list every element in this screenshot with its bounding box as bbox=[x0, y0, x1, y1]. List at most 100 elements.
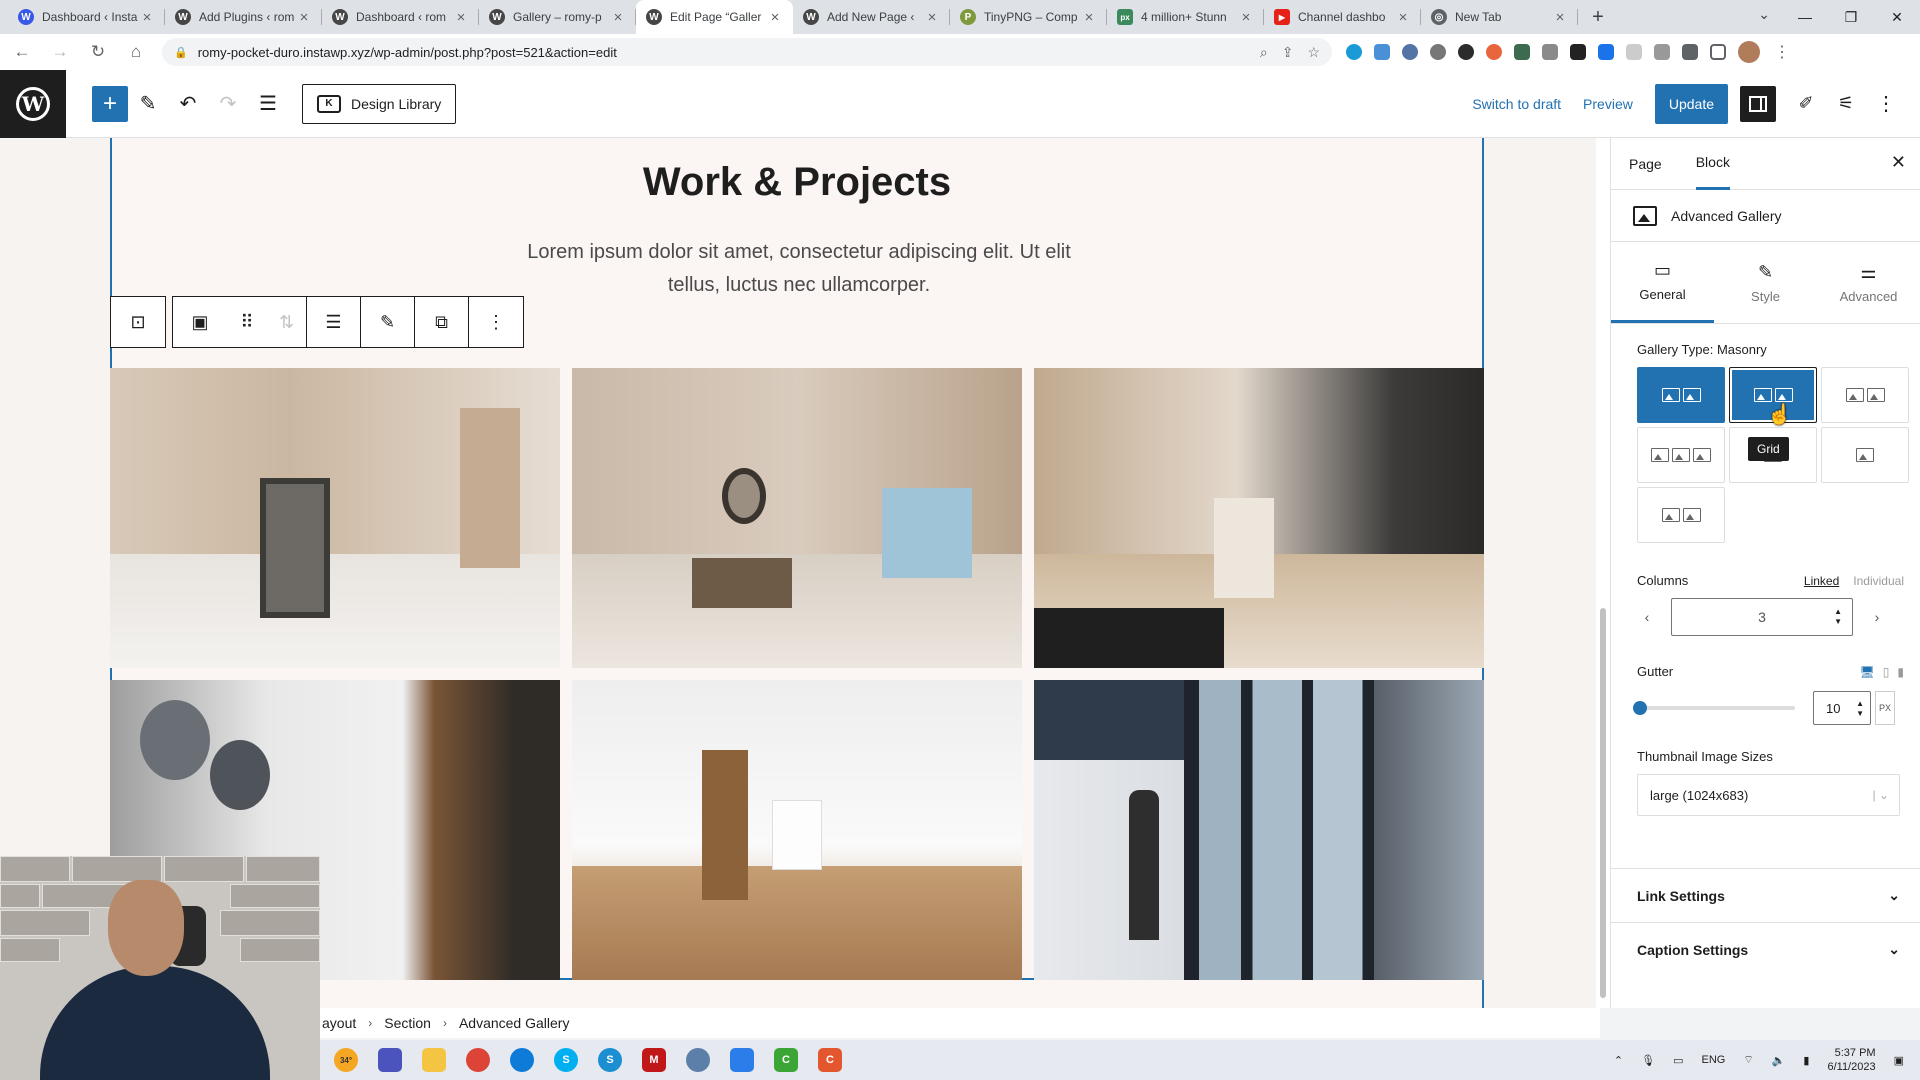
edit-note-icon[interactable]: ✐ bbox=[1786, 84, 1826, 124]
side-panel-icon[interactable] bbox=[1710, 44, 1726, 60]
browser-tab-active[interactable]: W Edit Page “Galler × bbox=[636, 0, 793, 34]
design-library-button[interactable]: K Design Library bbox=[302, 83, 457, 124]
breadcrumb-item[interactable]: Advanced Gallery bbox=[459, 1015, 570, 1031]
meet-icon[interactable] bbox=[378, 1048, 402, 1072]
browser-tab[interactable]: ▶ Channel dashbo × bbox=[1264, 0, 1421, 34]
bookmark-star-icon[interactable]: ☆ bbox=[1307, 44, 1320, 61]
new-tab-button[interactable]: + bbox=[1584, 3, 1612, 31]
chevron-up-icon[interactable]: ⌃ bbox=[1614, 1054, 1623, 1067]
tab-search-icon[interactable]: ⌄ bbox=[1758, 6, 1770, 23]
spinner-icon[interactable]: ▲ ▼ bbox=[1856, 699, 1864, 719]
block-options-icon[interactable]: ⋮ bbox=[469, 297, 523, 347]
extension-icon[interactable] bbox=[1346, 44, 1362, 60]
redo-icon[interactable]: ↷ bbox=[208, 84, 248, 124]
forward-icon[interactable]: → bbox=[44, 38, 76, 66]
breadcrumb-item[interactable]: ayout bbox=[322, 1015, 356, 1031]
close-icon[interactable]: × bbox=[1081, 9, 1097, 26]
chevron-left-icon[interactable]: ‹ bbox=[1637, 609, 1657, 625]
gallery-type-fluid-carousel[interactable] bbox=[1637, 427, 1725, 483]
mcafee-icon[interactable]: M bbox=[642, 1048, 666, 1072]
skype-business-icon[interactable]: S bbox=[598, 1048, 622, 1072]
extension-icon[interactable] bbox=[1654, 44, 1670, 60]
browser-menu-icon[interactable]: ⋮ bbox=[1774, 42, 1790, 62]
wordpress-logo[interactable]: W bbox=[0, 69, 66, 138]
close-icon[interactable]: × bbox=[453, 9, 469, 26]
notepad-icon[interactable] bbox=[730, 1048, 754, 1072]
gallery-type-thumbnail-slider[interactable] bbox=[1821, 427, 1909, 483]
close-icon[interactable]: × bbox=[1395, 9, 1411, 26]
browser-tab[interactable]: W Dashboard ‹ Insta × bbox=[8, 0, 165, 34]
mobile-icon[interactable]: ▮ bbox=[1897, 665, 1904, 679]
edge-icon[interactable] bbox=[510, 1048, 534, 1072]
browser-tab[interactable]: W Dashboard ‹ rom × bbox=[322, 0, 479, 34]
extension-icon[interactable] bbox=[1486, 44, 1502, 60]
gallery-type-tiles[interactable] bbox=[1637, 487, 1725, 543]
close-icon[interactable]: ✕ bbox=[1891, 152, 1906, 173]
browser-tab[interactable]: P TinyPNG – Comp × bbox=[950, 0, 1107, 34]
tab-style[interactable]: ✎ Style bbox=[1714, 242, 1817, 323]
language-indicator[interactable]: ENG bbox=[1702, 1054, 1726, 1066]
document-overview-icon[interactable]: ☰ bbox=[248, 84, 288, 124]
minimize-icon[interactable]: — bbox=[1782, 0, 1828, 34]
extension-icon[interactable] bbox=[1374, 44, 1390, 60]
caption-settings-panel[interactable]: Caption Settings ⌄ bbox=[1611, 922, 1920, 976]
tools-pencil-icon[interactable]: ✎ bbox=[128, 84, 168, 124]
maximize-icon[interactable]: ❐ bbox=[1828, 0, 1874, 34]
extension-icon[interactable] bbox=[1570, 44, 1586, 60]
close-icon[interactable]: × bbox=[610, 9, 626, 26]
close-icon[interactable]: × bbox=[924, 9, 940, 26]
gallery-image[interactable] bbox=[110, 368, 560, 668]
thumbnail-size-select[interactable]: large (1024x683) | ⌄ bbox=[1637, 774, 1900, 816]
kadence-controls-icon[interactable]: ⚟ bbox=[1826, 84, 1866, 124]
chevron-right-icon[interactable]: › bbox=[1867, 609, 1887, 625]
extension-icon[interactable] bbox=[1542, 44, 1558, 60]
edit-gallery-icon[interactable]: ✎ bbox=[361, 297, 415, 347]
microphone-icon[interactable]: 🎙 bbox=[1641, 1054, 1655, 1067]
tab-page[interactable]: Page bbox=[1629, 138, 1662, 190]
settings-toggle-button[interactable] bbox=[1740, 85, 1776, 122]
link-settings-panel[interactable]: Link Settings ⌄ bbox=[1611, 868, 1920, 922]
update-button[interactable]: Update bbox=[1654, 83, 1728, 124]
close-icon[interactable]: × bbox=[139, 9, 155, 26]
browser-tab[interactable]: W Gallery – romy-p × bbox=[479, 0, 636, 34]
lock-icon[interactable]: 🔒 bbox=[174, 46, 188, 59]
camtasia-recorder-icon[interactable]: C bbox=[818, 1048, 842, 1072]
tab-block[interactable]: Block bbox=[1695, 138, 1730, 190]
extension-icon[interactable] bbox=[1626, 44, 1642, 60]
system-clock[interactable]: 5:37 PM 6/11/2023 bbox=[1827, 1046, 1875, 1074]
undo-icon[interactable]: ↶ bbox=[168, 84, 208, 124]
browser-tab[interactable]: ◎ New Tab × bbox=[1421, 0, 1578, 34]
select-parent-icon[interactable]: ⊡ bbox=[111, 297, 165, 347]
gallery-type-masonry[interactable] bbox=[1637, 367, 1725, 423]
tab-advanced[interactable]: ⚌ Advanced bbox=[1817, 242, 1920, 323]
share-icon[interactable]: ⇪ bbox=[1282, 44, 1294, 61]
gutter-slider[interactable] bbox=[1633, 701, 1795, 715]
spinner-icon[interactable]: ▲ ▼ bbox=[1834, 607, 1842, 627]
gallery-image[interactable] bbox=[1034, 680, 1484, 980]
wifi-icon[interactable]: ⌔ bbox=[1743, 1053, 1753, 1067]
tab-general[interactable]: ▭ General bbox=[1611, 242, 1714, 323]
extension-icon[interactable] bbox=[1402, 44, 1418, 60]
preview-button[interactable]: Preview bbox=[1583, 96, 1633, 112]
close-icon[interactable]: × bbox=[296, 9, 312, 26]
extension-icon[interactable] bbox=[1598, 44, 1614, 60]
extension-icon[interactable] bbox=[1458, 44, 1474, 60]
columns-input[interactable]: 3 ▲ ▼ bbox=[1671, 598, 1853, 636]
slider-handle[interactable] bbox=[1633, 701, 1647, 715]
canvas-scrollbar[interactable] bbox=[1596, 138, 1610, 1008]
extension-icon[interactable] bbox=[1430, 44, 1446, 60]
browser-tab[interactable]: px 4 million+ Stunn × bbox=[1107, 0, 1264, 34]
url-bar[interactable]: 🔒 romy-pocket-duro.instawp.xyz/wp-admin/… bbox=[162, 38, 1332, 66]
notifications-icon[interactable]: ▣ bbox=[1894, 1054, 1904, 1067]
breadcrumb-item[interactable]: Section bbox=[384, 1015, 431, 1031]
browser-tab[interactable]: W Add Plugins ‹ rom × bbox=[165, 0, 322, 34]
tablet-icon[interactable]: ▯ bbox=[1883, 665, 1890, 679]
chrome-icon[interactable] bbox=[466, 1048, 490, 1072]
browser-tab[interactable]: W Add New Page ‹ × bbox=[793, 0, 950, 34]
close-icon[interactable]: × bbox=[1552, 9, 1568, 26]
options-menu-icon[interactable]: ⋮ bbox=[1866, 84, 1906, 124]
move-arrows-icon[interactable]: ⇅ bbox=[267, 297, 307, 347]
reload-icon[interactable]: ↻ bbox=[82, 38, 114, 66]
gallery-image[interactable] bbox=[572, 680, 1022, 980]
profile-avatar[interactable] bbox=[1738, 41, 1760, 63]
